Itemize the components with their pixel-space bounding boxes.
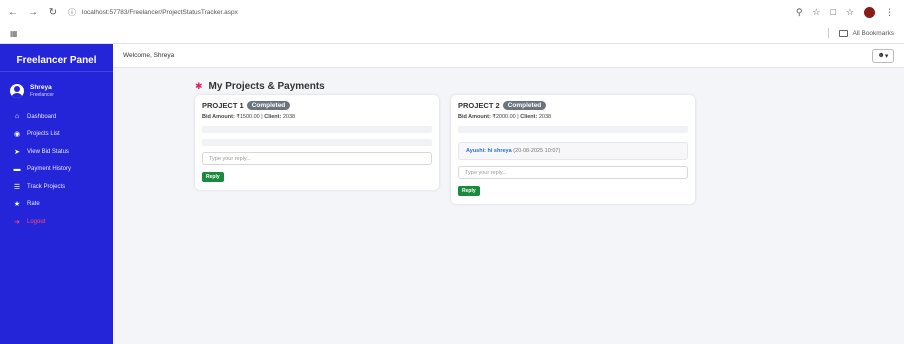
sidebar-item-view-bid-status[interactable]: ➤ View Bid Status (0, 143, 113, 161)
zoom-icon[interactable]: ⚲ (796, 7, 803, 18)
welcome-text: Welcome, Shreya (123, 52, 175, 59)
folder-icon (839, 29, 849, 37)
bid-amount-value: ₹2000.00 (492, 114, 516, 120)
reply-button[interactable]: Reply (458, 186, 480, 196)
topbar: Welcome, Shreya ☻ ▾ (113, 44, 904, 68)
profile-name: Shreya (30, 84, 52, 91)
extensions-icon[interactable]: □ (830, 7, 835, 17)
all-bookmarks[interactable]: All Bookmarks (828, 28, 894, 38)
paper-plane-icon: ➤ (14, 148, 20, 156)
progress-area (458, 126, 688, 133)
message-text: Ayushi: hi shreya (466, 148, 512, 154)
messages-area (202, 139, 432, 146)
bid-amount-label: Bid Amount: (202, 114, 235, 120)
bid-amount-label: Bid Amount: (458, 114, 491, 120)
eye-icon: ◉ (13, 131, 21, 139)
address-row: ← → ↻ ⓘ localhost:57783/Freelancer/Proje… (0, 0, 904, 24)
content: ✱ My Projects & Payments PROJECT 1 Compl… (113, 68, 904, 204)
sidebar-menu: ⌂ Dashboard ◉ Projects List ➤ View Bid S… (0, 108, 113, 231)
message-time: (20-08-2025 10:07) (513, 148, 561, 154)
project-meta: Bid Amount: ₹2000.00 | Client: 2038 (458, 114, 688, 120)
project-meta: Bid Amount: ₹1500.00 | Client: 2038 (202, 114, 432, 120)
client-value: 2038 (538, 114, 552, 120)
star-icon: ★ (13, 201, 21, 209)
sidebar-item-label: Payment History (27, 166, 72, 173)
client-label: Client: (520, 114, 538, 120)
status-badge: Completed (502, 101, 547, 110)
page-title-text: My Projects & Payments (208, 80, 325, 92)
brand-title: Freelancer Panel (0, 50, 113, 72)
pushpin-icon: ✱ (195, 80, 203, 91)
project-card: PROJECT 1 Completed Bid Amount: ₹1500.00… (195, 95, 439, 190)
client-value: 2038 (282, 114, 296, 120)
page-title: ✱ My Projects & Payments (195, 78, 820, 94)
url-text[interactable]: localhost:57783/Freelancer/ProjectStatus… (82, 9, 238, 16)
reply-input[interactable]: Type your reply... (202, 152, 432, 165)
user-menu-button[interactable]: ☻ ▾ (872, 48, 894, 63)
status-badge: Completed (246, 101, 291, 110)
address-bar[interactable]: ⓘ localhost:57783/Freelancer/ProjectStat… (68, 3, 796, 21)
reply-button[interactable]: Reply (202, 172, 224, 182)
chrome-actions: ⚲ ☆ □ ☆ ⋮ (796, 6, 898, 18)
project-card-header: PROJECT 2 Completed (458, 99, 688, 112)
sidebar-item-rate[interactable]: ★ Rate (0, 196, 113, 214)
logout-icon: ➔ (14, 218, 20, 226)
bookmarks-separator (828, 28, 830, 38)
user-circle-icon: ☻ (877, 52, 885, 59)
sidebar-item-projects-list[interactable]: ◉ Projects List (0, 126, 113, 144)
forward-icon[interactable]: → (26, 5, 40, 19)
client-label: Client: (264, 114, 282, 120)
browser-profile-avatar[interactable] (864, 6, 875, 18)
browser-chrome: ← → ↻ ⓘ localhost:57783/Freelancer/Proje… (0, 0, 904, 44)
sidebar-item-label: Projects List (27, 131, 60, 138)
project-card-header: PROJECT 1 Completed (202, 99, 432, 112)
home-icon: ⌂ (14, 113, 20, 121)
sidebar-item-label: View Bid Status (27, 148, 69, 155)
list-icon: ☰ (13, 183, 21, 191)
sidebar-item-label: Rate (27, 201, 40, 208)
menu-dots-icon[interactable]: ⋮ (885, 7, 894, 18)
bookmarks-bar: ▦ All Bookmarks (0, 24, 904, 42)
profile-section: Shreya Freelancer (0, 72, 113, 108)
app-window: Freelancer Panel Shreya Freelancer ⌂ Das… (0, 44, 904, 344)
apps-grid-icon[interactable]: ▦ (10, 29, 18, 38)
user-avatar-icon (10, 84, 24, 98)
sidebar-item-label: Dashboard (27, 113, 57, 120)
sidebar-item-label: Logout (27, 218, 46, 225)
all-bookmarks-label: All Bookmarks (852, 29, 894, 37)
sidebar-item-logout[interactable]: ➔ Logout (0, 213, 113, 231)
progress-area (202, 126, 432, 133)
sidebar-item-payment-history[interactable]: ▬ Payment History (0, 161, 113, 179)
project-card: PROJECT 2 Completed Bid Amount: ₹2000.00… (451, 95, 695, 204)
project-title: PROJECT 2 (458, 101, 500, 110)
bid-amount-value: ₹1500.00 (236, 114, 260, 120)
project-cards: PROJECT 1 Completed Bid Amount: ₹1500.00… (195, 95, 820, 204)
reload-icon[interactable]: ↻ (46, 5, 60, 19)
main-area: Welcome, Shreya ☻ ▾ ✱ My Projects & Payme… (113, 44, 904, 344)
sidebar: Freelancer Panel Shreya Freelancer ⌂ Das… (0, 44, 113, 344)
bookmark-star-icon[interactable]: ☆ (812, 7, 820, 18)
project-title: PROJECT 1 (202, 101, 244, 110)
message-item: Ayushi: hi shreya (20-08-2025 10:07) (458, 142, 688, 160)
sidebar-item-label: Track Projects (27, 183, 66, 190)
sidebar-item-dashboard[interactable]: ⌂ Dashboard (0, 108, 113, 126)
profile-role: Freelancer (30, 92, 54, 98)
site-info-icon[interactable]: ⓘ (68, 7, 76, 18)
sidebar-item-track-projects[interactable]: ☰ Track Projects (0, 178, 113, 196)
back-icon[interactable]: ← (6, 5, 20, 19)
wallet-icon: ▬ (13, 165, 21, 173)
bookmarks-icon[interactable]: ☆ (846, 7, 854, 18)
reply-input[interactable]: Type your reply... (458, 166, 688, 179)
